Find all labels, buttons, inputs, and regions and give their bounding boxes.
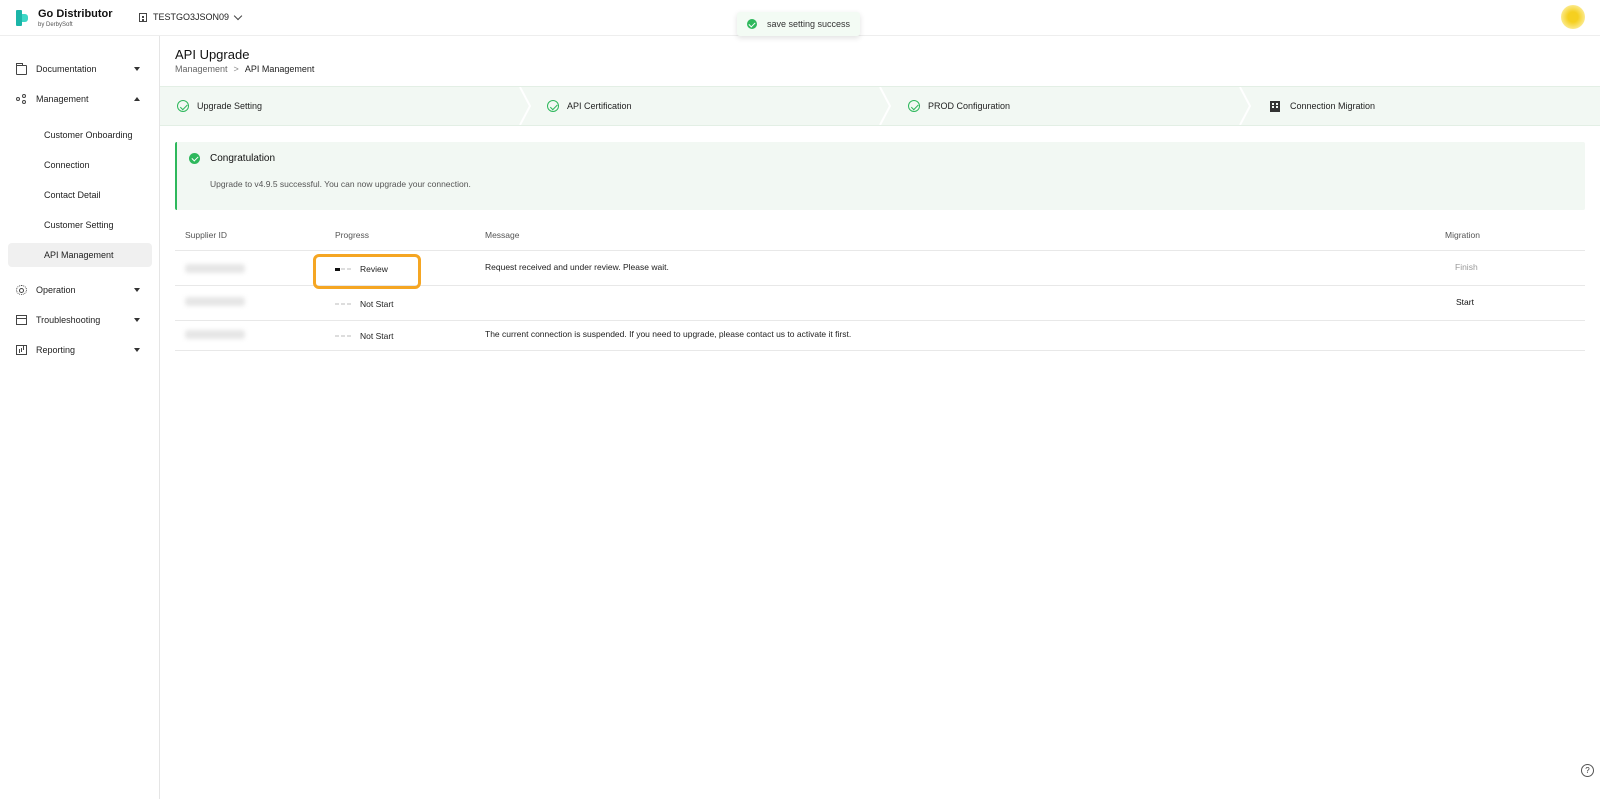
column-header-supplier-id: Supplier ID [185,230,228,240]
help-icon[interactable]: ? [1581,764,1594,777]
step-api-certification[interactable]: API Certification [547,87,632,125]
calendar-icon [16,315,27,325]
finish-button[interactable]: Finish [1455,262,1478,272]
sidebar-item-management[interactable]: Management [8,87,152,111]
sidebar-item-label: Operation [36,285,76,295]
sidebar-item-customer-onboarding[interactable]: Customer Onboarding [8,123,152,147]
page-title: API Upgrade [175,47,250,62]
progress-bar [335,303,353,305]
success-toast: save setting success [737,12,861,36]
step-connection-migration[interactable]: Connection Migration [1270,87,1375,125]
sidebar-item-operation[interactable]: Operation [8,278,152,302]
step-divider [879,87,892,125]
caret-down-icon [134,288,140,292]
share-icon [16,94,27,104]
sidebar-item-connection[interactable]: Connection [8,153,152,177]
sidebar-item-documentation[interactable]: Documentation [8,57,152,81]
alert-message: Upgrade to v4.9.5 successful. You can no… [210,179,471,189]
sidebar-item-label: Connection [44,160,90,170]
check-circle-icon [747,19,757,29]
review-highlight [313,254,421,289]
supplier-id-redacted [185,264,245,273]
table-row: Not Start The current connection is susp… [175,321,1585,351]
app-name: Go Distributor [38,8,113,20]
table-row: Not Start Start [175,286,1585,321]
progress-not-start: Not Start [335,299,394,309]
progress-label: Not Start [360,331,394,341]
logo-icon [16,10,30,26]
sidebar-item-label: Customer Onboarding [44,130,133,140]
caret-down-icon [134,318,140,322]
breadcrumb-separator: > [233,64,239,74]
sidebar-item-contact-detail[interactable]: Contact Detail [8,183,152,207]
start-button[interactable]: Start [1456,297,1474,307]
row-message: The current connection is suspended. If … [485,329,852,339]
alert-title: Congratulation [210,153,276,164]
supplier-id-redacted [185,297,245,306]
column-header-message: Message [485,230,520,240]
breadcrumb-management[interactable]: Management [175,64,228,74]
app-logo[interactable]: Go Distributor by DerbySoft [16,8,113,29]
tenant-selector[interactable]: TESTGO3JSON09 [139,11,243,22]
chevron-down-icon [233,11,243,20]
success-alert: Congratulation Upgrade to v4.9.5 success… [175,142,1585,210]
step-label: PROD Configuration [928,101,1011,111]
progress-bar [335,335,353,337]
caret-down-icon [134,67,140,71]
step-prod-configuration[interactable]: PROD Configuration [908,87,1010,125]
progress-not-start: Not Start [335,331,394,341]
column-header-migration: Migration [1445,230,1480,240]
sidebar-item-label: API Management [44,250,114,260]
upgrade-steps: Upgrade Setting API Certification PROD C… [160,86,1600,126]
row-message: Request received and under review. Pleas… [485,262,669,272]
check-circle-icon [189,153,200,164]
step-label: Connection Migration [1290,101,1376,111]
step-upgrade-setting[interactable]: Upgrade Setting [177,87,262,125]
check-circle-icon [908,100,920,112]
sidebar: Documentation Management Customer Onboar… [0,36,160,799]
sidebar-item-label: Documentation [36,64,97,74]
sidebar-item-label: Customer Setting [44,220,114,230]
caret-down-icon [134,348,140,352]
tenant-label: TESTGO3JSON09 [153,12,230,22]
column-header-progress: Progress [335,230,370,240]
app-by: by DerbySoft [38,22,73,28]
sidebar-item-reporting[interactable]: Reporting [8,338,152,362]
sidebar-item-label: Management [36,94,89,104]
avatar[interactable] [1561,5,1585,29]
sidebar-item-label: Reporting [36,345,76,355]
sidebar-item-api-management[interactable]: API Management [8,243,152,267]
building-icon [139,12,147,22]
report-icon [16,345,27,355]
folder-icon [16,63,27,75]
gear-icon [16,285,27,295]
breadcrumb: Management > API Management [175,64,314,74]
step-label: API Certification [567,101,632,111]
caret-up-icon [134,97,140,101]
breadcrumb-api-management: API Management [244,64,315,74]
sidebar-item-troubleshooting[interactable]: Troubleshooting [8,308,152,332]
sidebar-item-customer-setting[interactable]: Customer Setting [8,213,152,237]
step-divider [519,87,532,125]
supplier-id-redacted [185,330,245,339]
step-divider [1239,87,1252,125]
check-circle-icon [177,100,189,112]
building-icon [1270,100,1280,112]
check-circle-icon [547,100,559,112]
step-label: Upgrade Setting [197,101,263,111]
sidebar-item-label: Contact Detail [44,190,101,200]
sidebar-item-label: Troubleshooting [36,315,101,325]
progress-label: Not Start [360,299,394,309]
toast-message: save setting success [767,19,851,29]
